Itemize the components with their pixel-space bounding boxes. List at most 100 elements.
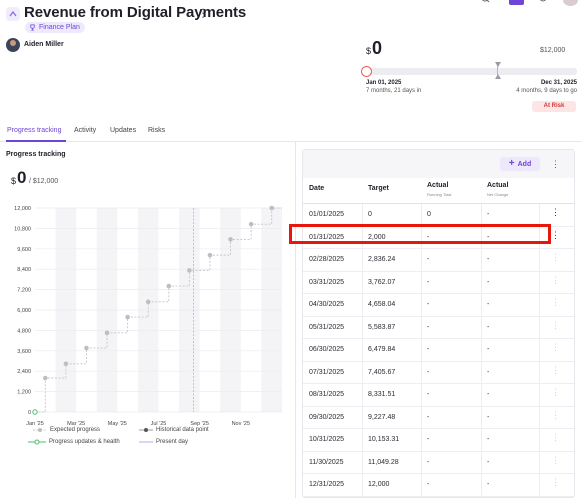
cell-target[interactable]: 2,836.24 xyxy=(368,256,395,263)
table-row[interactable]: 09/30/2025 9,227.48 - - ⋮ xyxy=(303,406,574,429)
column-divider xyxy=(421,316,422,339)
table-more-icon[interactable]: ⋮ xyxy=(551,160,560,169)
table-row[interactable]: 07/31/2025 7,405.67 - - ⋮ xyxy=(303,361,574,384)
owner-name[interactable]: Aiden Miller xyxy=(24,41,64,48)
cell-date[interactable]: 05/31/2025 xyxy=(309,324,344,331)
owner-avatar[interactable] xyxy=(6,38,20,52)
cell-target[interactable]: 12,000 xyxy=(368,481,389,488)
plan-badge[interactable]: Finance Plan xyxy=(25,22,85,33)
cell-actual[interactable]: 0 xyxy=(427,211,431,218)
row-more-icon[interactable]: ⋮ xyxy=(551,230,560,239)
cell-date[interactable]: 09/30/2025 xyxy=(309,414,344,421)
table-row[interactable]: 08/31/2025 8,331.51 - - ⋮ xyxy=(303,384,574,407)
plus-icon: + xyxy=(508,158,515,169)
cell-actual[interactable]: - xyxy=(427,256,429,263)
cell-actual[interactable]: - xyxy=(427,346,429,353)
expected-progress-point xyxy=(145,299,151,305)
cell-target[interactable]: 7,405.67 xyxy=(368,369,395,376)
row-more-icon[interactable]: ⋮ xyxy=(551,253,560,262)
cell-date[interactable]: 10/31/2025 xyxy=(309,436,344,443)
cell-net-change[interactable]: - xyxy=(487,436,489,443)
column-divider xyxy=(539,429,540,451)
cell-net-change[interactable]: - xyxy=(487,211,489,218)
table-row[interactable]: 11/30/2025 11,049.28 - - ⋮ xyxy=(303,451,574,474)
table-row[interactable]: 12/31/2025 12,000 - - ⋮ xyxy=(303,474,574,497)
cell-net-change[interactable]: - xyxy=(487,324,489,331)
cell-date[interactable]: 04/30/2025 xyxy=(309,301,344,308)
cell-target[interactable]: 10,153.31 xyxy=(368,436,399,443)
row-more-icon[interactable]: ⋮ xyxy=(551,478,560,487)
cell-date[interactable]: 07/31/2025 xyxy=(309,369,344,376)
cell-actual[interactable]: - xyxy=(427,324,429,331)
cell-actual[interactable]: - xyxy=(427,436,429,443)
row-more-icon[interactable]: ⋮ xyxy=(551,455,560,464)
cell-net-change[interactable]: - xyxy=(487,279,489,286)
y-tick-label: 3,600 xyxy=(17,349,31,355)
cell-date[interactable]: 03/31/2025 xyxy=(309,279,344,286)
cell-net-change[interactable]: - xyxy=(487,256,489,263)
cell-actual[interactable]: - xyxy=(427,459,429,466)
cell-net-change[interactable]: - xyxy=(487,391,489,398)
cell-net-change[interactable]: - xyxy=(487,369,489,376)
cell-target[interactable]: 3,762.07 xyxy=(368,279,395,286)
tab-progress-tracking[interactable]: Progress tracking xyxy=(7,127,61,134)
cell-actual[interactable]: - xyxy=(427,279,429,286)
row-more-icon[interactable]: ⋮ xyxy=(551,433,560,442)
table-row[interactable]: 03/31/2025 3,762.07 - - ⋮ xyxy=(303,271,574,294)
cell-target[interactable]: 5,583.87 xyxy=(368,324,395,331)
panel-goal-value: / $12,000 xyxy=(29,178,59,185)
row-more-icon[interactable]: ⋮ xyxy=(551,365,560,374)
cell-date[interactable]: 06/30/2025 xyxy=(309,346,344,353)
tab-updates[interactable]: Updates xyxy=(110,127,136,134)
column-header-actual[interactable]: Actual xyxy=(427,182,448,189)
cell-net-change[interactable]: - xyxy=(487,414,489,421)
column-divider xyxy=(362,384,363,406)
cell-target[interactable]: 4,658.04 xyxy=(368,301,395,308)
cell-net-change[interactable]: - xyxy=(487,346,489,353)
tab-activity[interactable]: Activity xyxy=(74,127,96,134)
user-avatar[interactable] xyxy=(563,0,578,6)
cell-net-change[interactable]: - xyxy=(487,481,489,488)
column-header-date[interactable]: Date xyxy=(309,185,324,192)
cell-actual[interactable]: - xyxy=(427,301,429,308)
cell-net-change[interactable]: - xyxy=(487,301,489,308)
row-more-icon[interactable]: ⋮ xyxy=(551,298,560,307)
notification-icon[interactable] xyxy=(537,0,549,4)
table-row[interactable]: 04/30/2025 4,658.04 - - ⋮ xyxy=(303,294,574,317)
cell-net-change[interactable]: - xyxy=(487,459,489,466)
cell-target[interactable]: 9,227.48 xyxy=(368,414,395,421)
cell-date[interactable]: 02/28/2025 xyxy=(309,256,344,263)
row-more-icon[interactable]: ⋮ xyxy=(551,388,560,397)
column-header-net-change[interactable]: Actual xyxy=(487,182,508,189)
column-divider xyxy=(481,249,482,271)
tab-risks[interactable]: Risks xyxy=(148,127,165,134)
status-badge[interactable]: At Risk xyxy=(532,101,576,112)
row-more-icon[interactable]: ⋮ xyxy=(551,343,560,352)
cell-target[interactable]: 11,049.28 xyxy=(368,459,399,466)
cell-actual[interactable]: - xyxy=(427,414,429,421)
row-more-icon[interactable]: ⋮ xyxy=(551,410,560,419)
table-row[interactable]: 02/28/2025 2,836.24 - - ⋮ xyxy=(303,249,574,272)
cell-target[interactable]: 6,479.84 xyxy=(368,346,395,353)
cell-date[interactable]: 12/31/2025 xyxy=(309,481,344,488)
title-more-icon[interactable]: ⋮ xyxy=(197,6,209,20)
column-header-target[interactable]: Target xyxy=(368,185,389,192)
cell-actual[interactable]: - xyxy=(427,391,429,398)
row-more-icon[interactable]: ⋮ xyxy=(551,320,560,329)
table-row[interactable]: 05/31/2025 5,583.87 - - ⋮ xyxy=(303,316,574,339)
cell-date[interactable]: 11/30/2025 xyxy=(309,459,344,466)
cell-date[interactable]: 08/31/2025 xyxy=(309,391,344,398)
row-more-icon[interactable]: ⋮ xyxy=(551,208,560,217)
table-row[interactable]: 06/30/2025 6,479.84 - - ⋮ xyxy=(303,339,574,362)
cell-actual[interactable]: - xyxy=(427,369,429,376)
search-icon[interactable] xyxy=(481,0,491,4)
y-tick-label: 8,400 xyxy=(17,267,31,273)
cell-target[interactable]: 8,331.51 xyxy=(368,391,395,398)
row-more-icon[interactable]: ⋮ xyxy=(551,275,560,284)
cell-date[interactable]: 01/01/2025 xyxy=(309,211,344,218)
add-button[interactable]: + Add xyxy=(500,157,540,171)
cell-actual[interactable]: - xyxy=(427,481,429,488)
toolbar-primary-button[interactable] xyxy=(509,0,524,5)
table-row[interactable]: 10/31/2025 10,153.31 - - ⋮ xyxy=(303,429,574,452)
cell-target[interactable]: 0 xyxy=(368,211,372,218)
